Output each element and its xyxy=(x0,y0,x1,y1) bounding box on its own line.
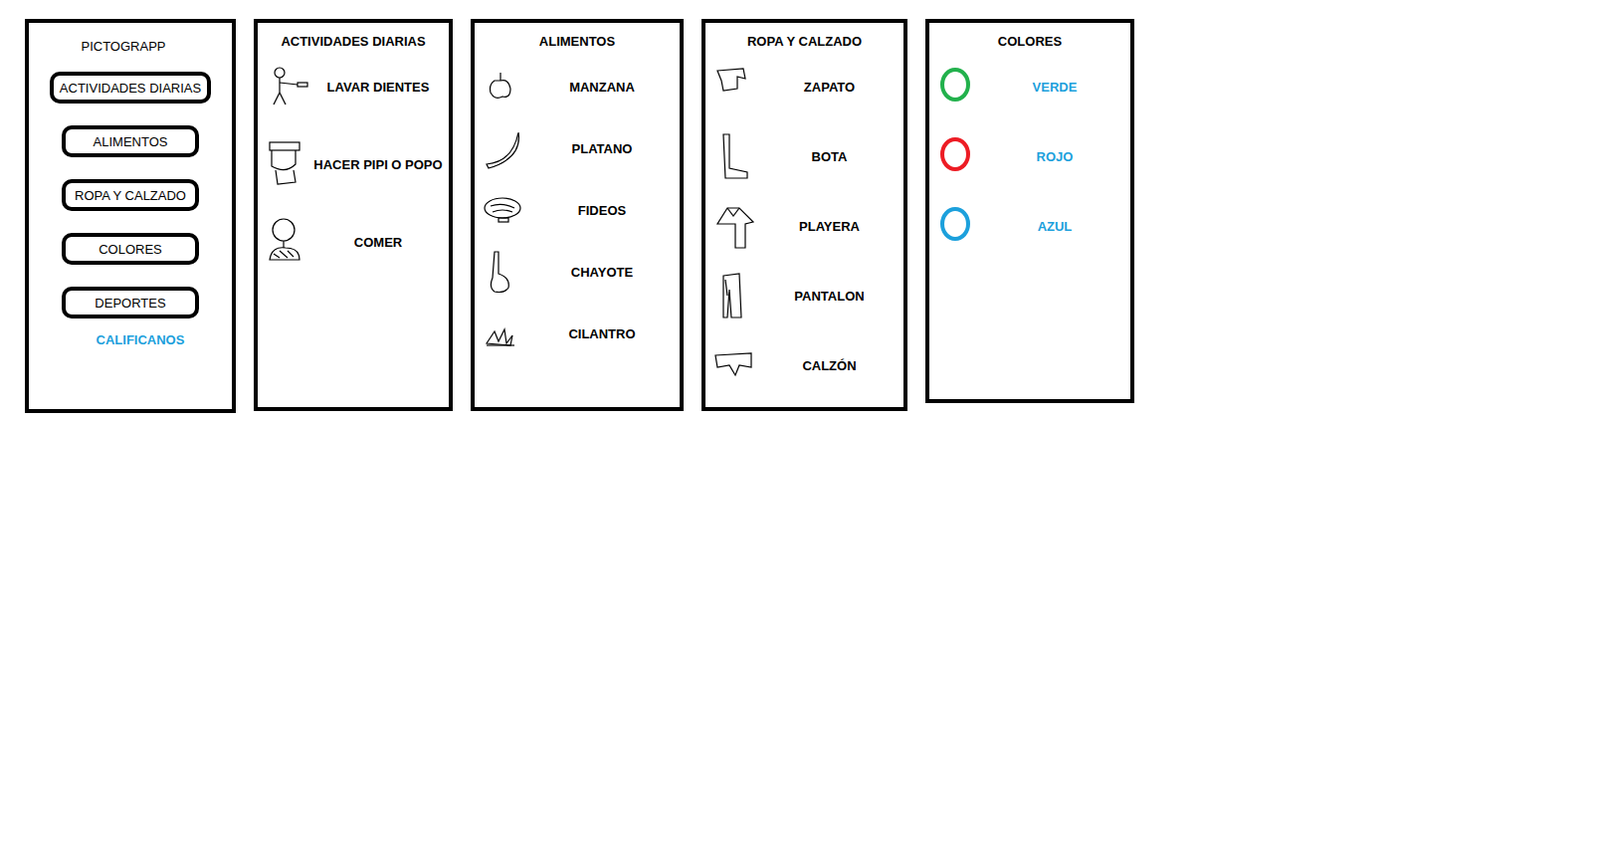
item-list: LAVAR DIENTES HACER PIPI O POPO COMER xyxy=(257,62,449,266)
pictogram-icon xyxy=(713,201,758,250)
item-label: FIDEOS xyxy=(530,202,674,218)
app-title: PICTOGRAPP xyxy=(28,38,232,54)
pictogram-icon xyxy=(713,341,758,390)
item-row[interactable]: ZAPATO xyxy=(713,62,898,111)
item-label: PANTALON xyxy=(761,288,898,304)
category-panel: ALIMENTOS MANZANA PLATANO FIDEOS CHAYOTE CILA… xyxy=(470,18,684,411)
item-list: MANZANA PLATANO FIDEOS CHAYOTE CILANTRO xyxy=(474,62,680,358)
category-title: ACTIVIDADES DIARIAS xyxy=(277,32,429,51)
item-row[interactable]: CALZÓN xyxy=(713,341,898,390)
item-list: ZAPATO BOTA PLAYERA PANTALON CALZÓN xyxy=(705,62,904,390)
item-row[interactable]: VERDE xyxy=(937,62,1125,111)
item-row[interactable]: LAVAR DIENTES xyxy=(265,62,443,111)
pictogram-icon xyxy=(265,62,310,111)
item-label: COMER xyxy=(313,234,443,250)
item-label: VERDE xyxy=(985,79,1125,95)
color-circle-icon xyxy=(937,201,982,250)
rate-link[interactable]: CALIFICANOS xyxy=(28,332,232,348)
category-panel: ROPA Y CALZADO ZAPATO BOTA PLAYERA PANTALON C… xyxy=(701,18,908,411)
category-panel: ACTIVIDADES DIARIAS LAVAR DIENTES HACER PI… xyxy=(253,18,453,411)
pictogram-icon xyxy=(482,309,527,358)
item-row[interactable]: COMER xyxy=(265,217,443,266)
item-label: CHAYOTE xyxy=(530,264,674,280)
pictogram-icon xyxy=(265,140,310,189)
item-label: PLAYERA xyxy=(761,218,898,234)
item-label: LAVAR DIENTES xyxy=(313,79,443,95)
pictogram-icon xyxy=(713,62,758,111)
item-row[interactable]: PANTALON xyxy=(713,271,898,320)
item-row[interactable]: CHAYOTE xyxy=(482,247,674,296)
item-row[interactable]: PLAYERA xyxy=(713,201,898,250)
category-title: ROPA Y CALZADO xyxy=(725,32,884,51)
item-label: ZAPATO xyxy=(761,79,898,95)
menu-button[interactable]: ACTIVIDADES DIARIAS xyxy=(49,71,211,104)
color-circle-icon xyxy=(937,132,982,181)
item-row[interactable]: AZUL xyxy=(937,201,1125,250)
menu-button[interactable]: ALIMENTOS xyxy=(61,125,200,158)
category-title: ALIMENTOS xyxy=(494,32,660,51)
menu-button[interactable]: DEPORTES xyxy=(61,286,200,319)
item-list: VERDE ROJO AZUL xyxy=(929,62,1131,250)
item-label: ROJO xyxy=(985,149,1125,165)
menu-button[interactable]: ROPA Y CALZADO xyxy=(61,179,200,211)
pictogram-icon xyxy=(713,132,758,181)
pictogram-icon xyxy=(713,271,758,320)
item-row[interactable]: CILANTRO xyxy=(482,309,674,358)
pictogram-icon xyxy=(482,124,527,173)
item-label: CILANTRO xyxy=(530,326,674,342)
item-label: CALZÓN xyxy=(761,358,898,374)
category-panel: COLORES VERDE ROJO AZUL xyxy=(925,18,1135,403)
pictogram-icon xyxy=(482,247,527,296)
item-row[interactable]: PLATANO xyxy=(482,124,674,173)
item-row[interactable]: BOTA xyxy=(713,132,898,181)
pictogram-icon xyxy=(482,62,527,111)
pictogram-icon xyxy=(265,217,310,266)
item-label: AZUL xyxy=(985,218,1125,234)
item-row[interactable]: FIDEOS xyxy=(482,186,674,234)
pictogram-icon xyxy=(482,186,527,234)
category-title: COLORES xyxy=(949,32,1111,51)
item-row[interactable]: HACER PIPI O POPO xyxy=(265,140,443,189)
item-label: MANZANA xyxy=(530,79,674,95)
item-row[interactable]: ROJO xyxy=(937,132,1125,181)
page: PICTOGRAPP ACTIVIDADES DIARIAS ALIMENTOS RO… xyxy=(0,0,1600,844)
color-circle-icon xyxy=(937,62,982,111)
menu-list: ACTIVIDADES DIARIAS ALIMENTOS ROPA Y CALZA… xyxy=(28,71,232,319)
home-panel: PICTOGRAPP ACTIVIDADES DIARIAS ALIMENTOS RO… xyxy=(24,18,236,413)
item-label: PLATANO xyxy=(530,141,674,157)
item-label: BOTA xyxy=(761,149,898,165)
item-row[interactable]: MANZANA xyxy=(482,62,674,111)
item-label: HACER PIPI O POPO xyxy=(313,157,443,173)
menu-button[interactable]: COLORES xyxy=(61,232,200,265)
